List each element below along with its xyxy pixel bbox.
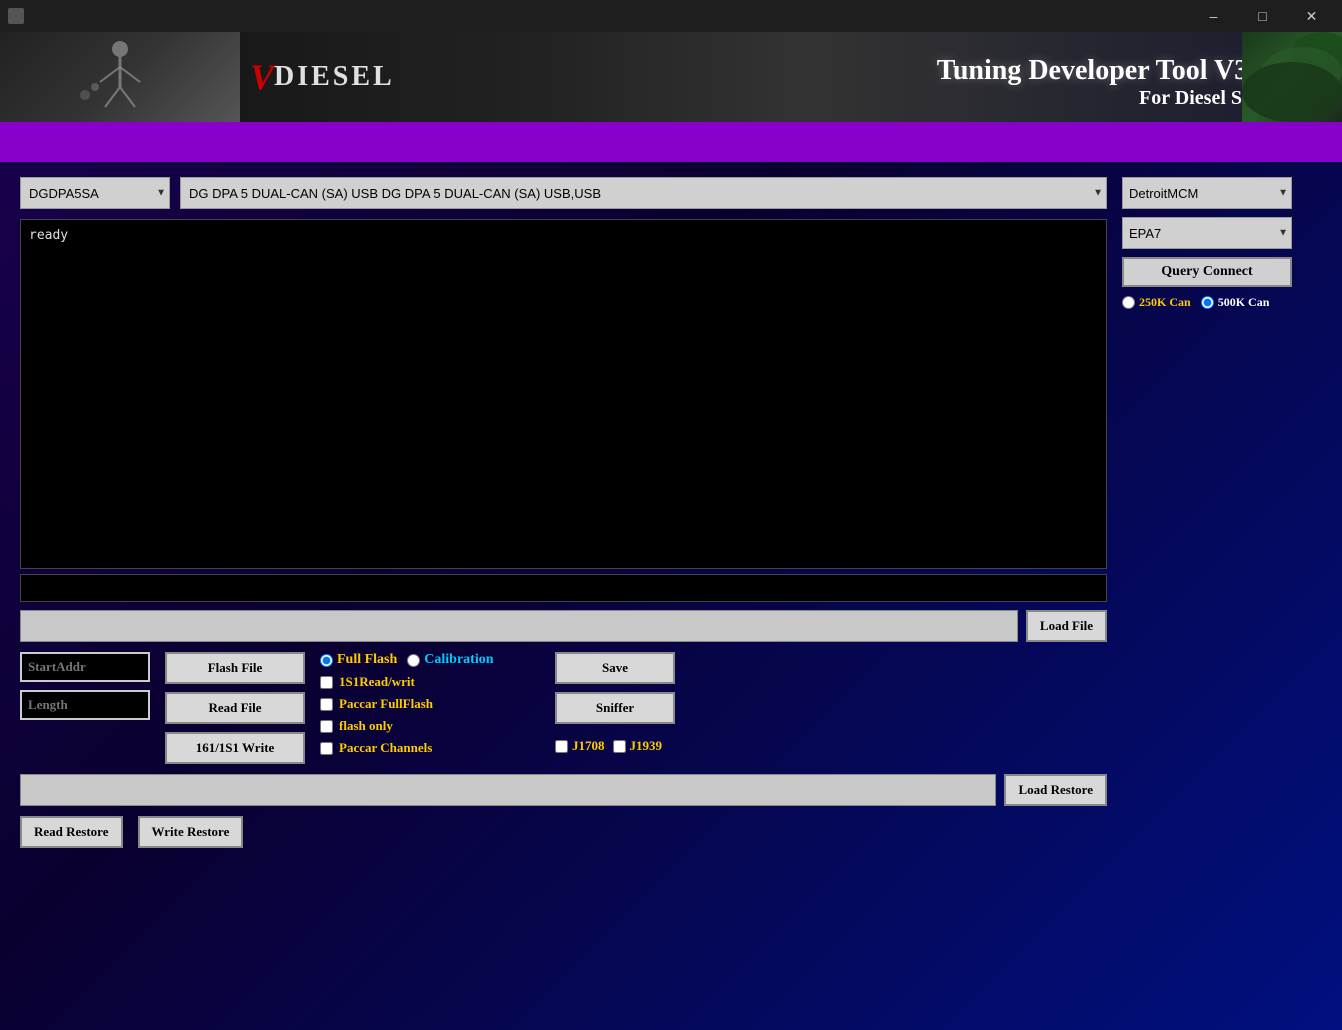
close-button[interactable]: ✕: [1289, 0, 1334, 32]
can-speed-options: 250K Can 500K Can: [1122, 295, 1322, 310]
device-select[interactable]: DGDPA5SA: [20, 177, 170, 209]
ecu-select-wrapper[interactable]: DetroitMCM: [1122, 177, 1292, 209]
j1708-checkbox[interactable]: [555, 740, 568, 753]
j1939-checkbox[interactable]: [613, 740, 626, 753]
flash-only-checkbox[interactable]: [320, 720, 333, 733]
flash-file-button[interactable]: Flash File: [165, 652, 305, 684]
full-flash-radio[interactable]: [320, 654, 333, 667]
paccar-channels-checkbox[interactable]: [320, 742, 333, 755]
file-input-row: Load File: [20, 610, 1107, 642]
sniffer-button[interactable]: Sniffer: [555, 692, 675, 724]
j1708-option[interactable]: J1708: [555, 738, 605, 754]
action-buttons: Save Sniffer J1708 J1939: [555, 652, 675, 754]
j1939-option[interactable]: J1939: [613, 738, 663, 754]
full-flash-option[interactable]: Full Flash: [320, 652, 397, 668]
paccar-channels-option[interactable]: Paccar Channels: [320, 740, 540, 756]
read-file-button[interactable]: Read File: [165, 692, 305, 724]
calibration-option[interactable]: Calibration: [407, 652, 493, 668]
query-connect-button[interactable]: Query Connect: [1122, 257, 1292, 287]
start-addr-group: [20, 652, 150, 682]
right-panel: DetroitMCM EPA7 Query Connect 250K Can 5…: [1122, 177, 1322, 848]
paccar-fullflash-option[interactable]: Paccar FullFlash: [320, 696, 540, 712]
length-input[interactable]: [20, 690, 150, 720]
main-content: DGDPA5SA DG DPA 5 DUAL-CAN (SA) USB DG D…: [0, 162, 1342, 863]
purple-accent-bar: [0, 122, 1342, 162]
channel-select-wrapper[interactable]: DG DPA 5 DUAL-CAN (SA) USB DG DPA 5 DUAL…: [180, 177, 1107, 209]
title-bar-left: [8, 8, 24, 24]
protocol-select-wrapper[interactable]: EPA7: [1122, 217, 1292, 249]
protocol-select[interactable]: EPA7: [1122, 217, 1292, 249]
restore-row: Load Restore: [20, 774, 1107, 806]
logo-graphic: [70, 37, 170, 117]
header-corner-image: [1242, 32, 1342, 122]
app-icon: [8, 8, 24, 24]
can-500-radio[interactable]: [1201, 296, 1214, 309]
v-mark: V: [250, 59, 274, 95]
write-restore-button[interactable]: Write Restore: [138, 816, 244, 848]
length-group: [20, 690, 150, 720]
calibration-radio[interactable]: [407, 654, 420, 667]
file-path-input[interactable]: [20, 610, 1018, 642]
ls1-readwrite-checkbox[interactable]: [320, 676, 333, 689]
console-area: ready: [20, 219, 1107, 569]
paccar-fullflash-checkbox[interactable]: [320, 698, 333, 711]
header-logo: [0, 32, 240, 122]
header-banner: V DIESEL Tuning Developer Tool V3/2020 F…: [0, 32, 1342, 122]
channel-select[interactable]: DG DPA 5 DUAL-CAN (SA) USB DG DPA 5 DUAL…: [180, 177, 1107, 209]
diesel-logo: V DIESEL: [250, 59, 395, 95]
title-bar-controls: – □ ✕: [1191, 0, 1334, 32]
flash-buttons: Flash File Read File 161/1S1 Write: [165, 652, 305, 764]
options-column: Full Flash Calibration 1S1Read/writ Pacc…: [320, 652, 540, 756]
bottom-row: Read Restore Write Restore: [20, 816, 1107, 848]
console-text: ready: [29, 228, 68, 243]
write-161-button[interactable]: 161/1S1 Write: [165, 732, 305, 764]
minimize-button[interactable]: –: [1191, 0, 1236, 32]
flash-mode-row: Full Flash Calibration: [320, 652, 540, 668]
progress-bar: [20, 574, 1107, 602]
load-restore-button[interactable]: Load Restore: [1004, 774, 1107, 806]
restore-button[interactable]: □: [1240, 0, 1285, 32]
start-addr-input[interactable]: [20, 652, 150, 682]
header-title-right: Tuning Developer Tool V3/2020 For Diesel…: [395, 45, 1342, 110]
save-button[interactable]: Save: [555, 652, 675, 684]
load-file-button[interactable]: Load File: [1026, 610, 1107, 642]
header-logo-image: [0, 32, 240, 122]
flash-only-option[interactable]: flash only: [320, 718, 540, 734]
corner-graphic: [1242, 32, 1342, 122]
bottom-controls: Flash File Read File 161/1S1 Write Full …: [20, 652, 1107, 764]
j-checkboxes: J1708 J1939: [555, 738, 675, 754]
title-bar: – □ ✕: [0, 0, 1342, 32]
device-select-wrapper[interactable]: DGDPA5SA: [20, 177, 170, 209]
diesel-text: DIESEL: [274, 61, 395, 93]
read-restore-button[interactable]: Read Restore: [20, 816, 123, 848]
restore-path-input[interactable]: [20, 774, 996, 806]
can-250-option[interactable]: 250K Can: [1122, 295, 1191, 310]
ecu-select[interactable]: DetroitMCM: [1122, 177, 1292, 209]
controls-row: DGDPA5SA DG DPA 5 DUAL-CAN (SA) USB DG D…: [20, 177, 1107, 209]
center-panel: DGDPA5SA DG DPA 5 DUAL-CAN (SA) USB DG D…: [20, 177, 1107, 848]
addr-fields: [20, 652, 150, 720]
can-250-radio[interactable]: [1122, 296, 1135, 309]
can-500-option[interactable]: 500K Can: [1201, 295, 1270, 310]
ls1-readwrite-option[interactable]: 1S1Read/writ: [320, 674, 540, 690]
